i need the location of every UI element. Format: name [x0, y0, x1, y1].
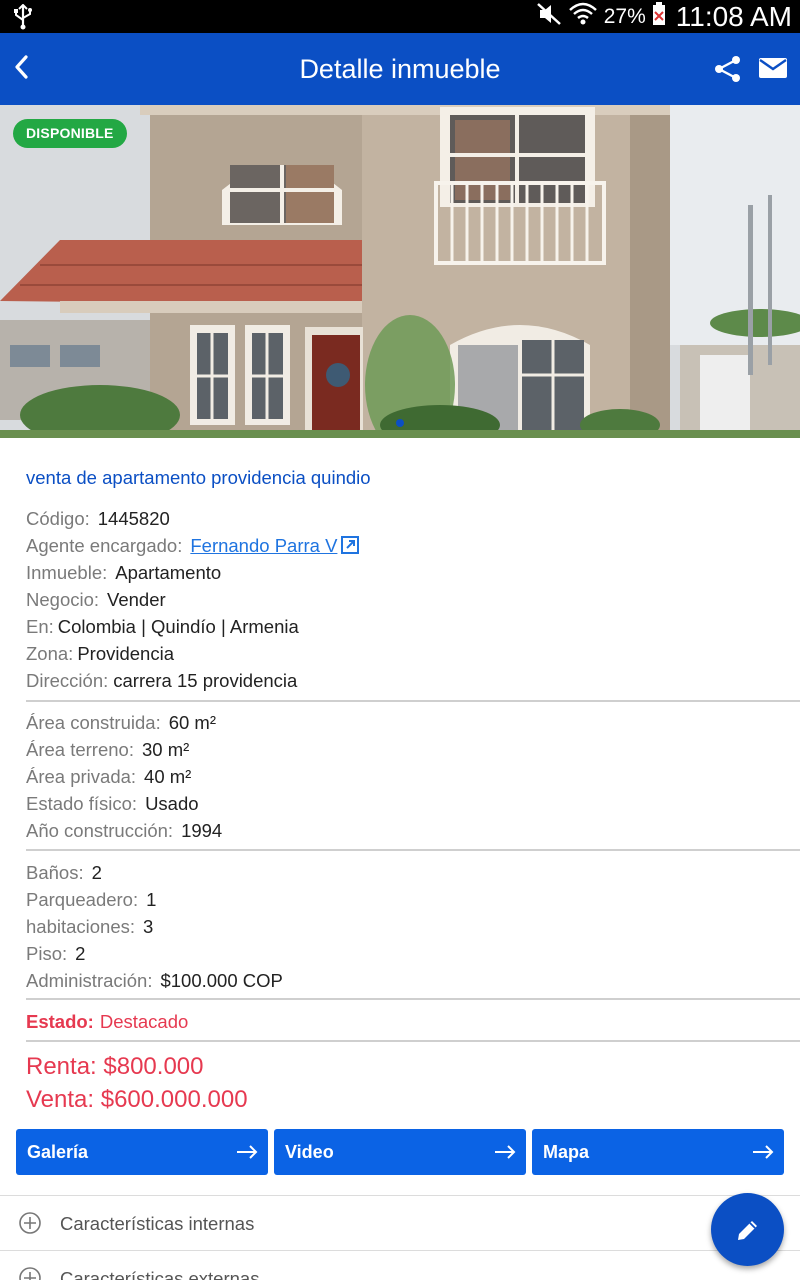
field-label: Código: [26, 508, 90, 529]
section-internal-features[interactable]: Características internas [0, 1195, 800, 1250]
field-label: Administración: [26, 970, 153, 991]
info-group-features: Baños: 2 Parqueadero: 1 habitaciones: 3 Pis… [26, 859, 786, 994]
expand-plus-icon [19, 1267, 41, 1280]
battery-percent: 27% [603, 4, 646, 28]
field-area-construida: Área construida: 60 m² [26, 709, 786, 736]
section-label: Características externas [60, 1268, 260, 1280]
divider [26, 849, 800, 851]
agent-link[interactable]: Fernando Parra V [190, 535, 337, 556]
field-piso: Piso: 2 [26, 940, 786, 967]
pencil-icon [737, 1220, 757, 1240]
field-value: 1445820 [97, 508, 170, 529]
field-value: 60 m² [168, 712, 217, 733]
gallery-button[interactable]: Galería [16, 1129, 268, 1175]
status-bar: 27% 11:08 AM [0, 0, 800, 33]
map-button[interactable]: Mapa [532, 1129, 784, 1175]
divider [26, 998, 800, 1000]
share-icon[interactable] [713, 55, 743, 88]
field-label: habitaciones: [26, 916, 136, 937]
field-area-terreno: Área terreno: 30 m² [26, 736, 786, 763]
field-label: Área construida: [26, 712, 161, 733]
field-habitaciones: habitaciones: 3 [26, 913, 786, 940]
field-label: Zona: [26, 643, 74, 664]
gallery-button-label: Galería [27, 1141, 89, 1162]
field-value: carrera 15 providencia [113, 670, 298, 691]
field-value: Providencia [77, 643, 174, 664]
mute-icon [536, 2, 562, 31]
status-value: Destacado [99, 1011, 189, 1032]
arrow-right-icon [237, 1145, 258, 1159]
usb-icon [12, 3, 34, 35]
video-button-label: Video [285, 1141, 334, 1162]
carousel-indicator [396, 419, 404, 427]
field-value: Vender [107, 589, 166, 610]
field-label: Estado físico: [26, 793, 138, 814]
expand-plus-icon [19, 1212, 41, 1239]
field-value: 3 [143, 916, 154, 937]
edit-fab[interactable] [711, 1193, 784, 1266]
field-administracion: Administración: $100.000 COP [26, 967, 786, 994]
field-label: Baños: [26, 862, 84, 883]
field-value: 30 m² [141, 739, 190, 760]
status-label: Estado: [26, 1011, 94, 1032]
field-value: 1994 [181, 820, 223, 841]
clock: 11:08 AM [675, 0, 792, 32]
field-value: Usado [145, 793, 199, 814]
info-group-areas: Área construida: 60 m² Área terreno: 30 m²… [26, 709, 786, 844]
property-photo-carousel[interactable]: DISPONIBLE [0, 105, 800, 438]
field-value: 1 [146, 889, 157, 910]
app-bar: Detalle inmueble [0, 33, 800, 105]
field-label: Piso: [26, 943, 68, 964]
section-label: Características internas [60, 1213, 255, 1234]
field-label: Área terreno: [26, 739, 134, 760]
map-button-label: Mapa [543, 1141, 590, 1162]
field-value: 2 [75, 943, 86, 964]
field-label: Parqueadero: [26, 889, 139, 910]
mail-icon[interactable] [758, 57, 788, 84]
field-ano-construccion: Año construcción: 1994 [26, 817, 786, 844]
external-link-icon[interactable] [341, 534, 360, 561]
page-title: Detalle inmueble [299, 54, 501, 84]
divider [26, 700, 800, 702]
listing-heading: venta de apartamento providencia quindio [26, 467, 371, 488]
action-buttons: Galería Video Mapa [16, 1129, 784, 1175]
field-banos: Baños: 2 [26, 859, 786, 886]
field-value: $100.000 COP [160, 970, 283, 991]
field-area-privada: Área privada: 40 m² [26, 763, 786, 790]
arrow-right-icon [495, 1145, 516, 1159]
field-codigo: Código: 1445820 [26, 505, 786, 532]
field-label: Agente encargado: [26, 535, 183, 556]
field-label: En: [26, 616, 54, 637]
info-group-general: Código: 1445820 Agente encargado: Fernando… [26, 505, 786, 694]
prices: Renta: $800.000 Venta: $600.000.000 [26, 1050, 248, 1116]
field-ubicacion: En: Colombia | Quindío | Armenia [26, 613, 786, 640]
rent-price: Renta: $800.000 [26, 1053, 204, 1080]
field-value: Colombia | Quindío | Armenia [57, 616, 299, 637]
house-photo [0, 105, 800, 438]
field-label: Año construcción: [26, 820, 174, 841]
sale-price: Venta: $600.000.000 [26, 1086, 248, 1113]
field-agente: Agente encargado: Fernando Parra V [26, 532, 786, 559]
field-label: Inmueble: [26, 562, 108, 583]
section-external-features[interactable]: Características externas [0, 1250, 800, 1280]
field-negocio: Negocio: Vender [26, 586, 786, 613]
field-zona: Zona: Providencia [26, 640, 786, 667]
divider [26, 1040, 800, 1042]
arrow-right-icon [753, 1145, 774, 1159]
field-value: 2 [91, 862, 102, 883]
field-parqueadero: Parqueadero: 1 [26, 886, 786, 913]
field-label: Dirección: [26, 670, 109, 691]
field-estado-fisico: Estado físico: Usado [26, 790, 786, 817]
field-value: 40 m² [144, 766, 192, 787]
field-inmueble: Inmueble: Apartamento [26, 559, 786, 586]
listing-status: Estado: Destacado [26, 1008, 188, 1035]
wifi-icon [568, 1, 598, 32]
field-value: Apartamento [115, 562, 222, 583]
field-direccion: Dirección: carrera 15 providencia [26, 667, 786, 694]
field-label: Área privada: [26, 766, 137, 787]
availability-badge: DISPONIBLE [13, 119, 127, 148]
video-button[interactable]: Video [274, 1129, 526, 1175]
battery-icon [652, 2, 666, 31]
field-label: Negocio: [26, 589, 100, 610]
